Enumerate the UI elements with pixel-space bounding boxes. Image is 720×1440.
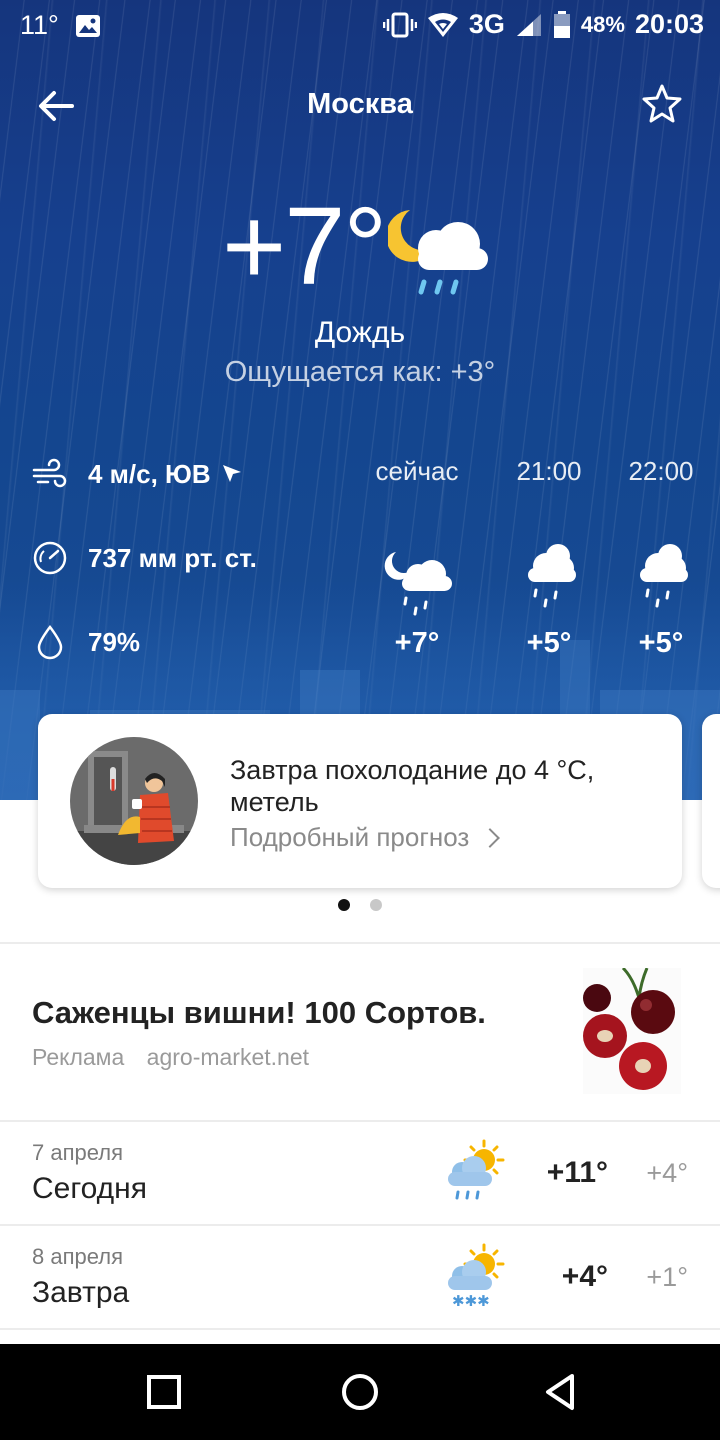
humidity-value: 79% [88, 626, 141, 657]
hourly-temp: +7° [394, 627, 440, 659]
hourly-item: 22:00 +5° [606, 456, 716, 660]
daily-row-today[interactable]: 7 апреля Сегодня +11° +4° [0, 1122, 720, 1226]
moon-cloud-rain-icon [386, 200, 492, 304]
cloud-rain-icon [640, 544, 688, 608]
day-low-temp: +4° [646, 1158, 688, 1188]
cherry-ad-image[interactable] [583, 968, 681, 1094]
ad-label: Реклама [32, 1044, 125, 1070]
moon-cloud-rain-icon [384, 552, 452, 616]
detailed-forecast-label: Подробный прогноз [230, 822, 470, 852]
ad-meta: Реклама agro-market.net [32, 1044, 309, 1071]
back-nav-button[interactable] [540, 1372, 580, 1412]
home-button[interactable] [340, 1372, 380, 1412]
forecast-alert-card[interactable]: Завтра похолодание до 4 °C, метель Подро… [38, 714, 682, 888]
triangle-back-icon [546, 1374, 574, 1410]
detailed-forecast-link[interactable]: Подробный прогноз [230, 822, 501, 853]
wind-value: 4 м/с, ЮВ [88, 458, 211, 489]
battery-percent: 48% [580, 11, 625, 37]
signal-icon [515, 12, 543, 38]
ad-domain: agro-market.net [146, 1044, 310, 1070]
next-card-peek[interactable] [702, 714, 720, 888]
favorite-button[interactable] [640, 82, 684, 126]
recents-button[interactable] [144, 1372, 184, 1412]
hourly-time: 21:00 [516, 456, 582, 486]
current-temperature: +7° [222, 185, 387, 308]
square-icon [147, 1375, 181, 1409]
sun-cloud-rain-icon [448, 1139, 505, 1200]
svg-text:✱✱✱: ✱✱✱ [452, 1292, 490, 1310]
circle-icon [342, 1374, 378, 1410]
hourly-temp: +5° [638, 627, 684, 659]
top-app-bar: Москва [0, 70, 720, 140]
system-nav-bar [0, 1344, 720, 1440]
weather-details: 4 м/с, ЮВ 737 мм рт. ст. 79% [32, 452, 257, 704]
carousel-indicator [0, 899, 720, 911]
condition-text: Дождь [314, 316, 406, 349]
hourly-temp: +5° [526, 627, 572, 659]
divider [0, 942, 720, 944]
humidity-row: 79% [32, 620, 257, 664]
pressure-value: 737 мм рт. ст. [88, 542, 257, 573]
battery-icon [553, 10, 571, 39]
wind-row: 4 м/с, ЮВ [32, 452, 257, 496]
feels-like: Ощущается как: +3° [224, 356, 496, 388]
hourly-time: 22:00 [628, 456, 694, 486]
daily-row-tomorrow[interactable]: 8 апреля Завтра ✱✱✱ +4° +1° [0, 1226, 720, 1330]
sun-cloud-snow-icon: ✱✱✱ [448, 1243, 505, 1310]
wind-icon [32, 458, 67, 488]
hourly-item: 21:00 +5° [494, 456, 604, 660]
hourly-item: сейчас +7° [362, 456, 472, 660]
ad-title[interactable]: Саженцы вишни! 100 Сортов. [32, 995, 486, 1031]
vibrate-icon [382, 12, 417, 38]
day-high-temp: +11° [546, 1156, 608, 1189]
day-date: 8 апреля [32, 1244, 123, 1269]
status-bar: 11° 3G 48% 20:03 [0, 0, 720, 52]
day-high-temp: +4° [561, 1260, 608, 1293]
wifi-icon [427, 12, 459, 38]
pressure-row: 737 мм рт. ст. [32, 536, 257, 580]
day-date: 7 апреля [32, 1140, 123, 1165]
hourly-forecast[interactable]: сейчас +7° 21:00 +5° 22:00 +5° [376, 456, 720, 676]
status-temp: 11° [20, 10, 59, 40]
cozy-window-illustration [70, 737, 198, 865]
day-name: Завтра [32, 1276, 130, 1309]
hourly-time: сейчас [375, 456, 459, 486]
carousel-dot-active [338, 899, 350, 911]
day-name: Сегодня [32, 1172, 147, 1205]
alert-title: Завтра похолодание до 4 °C, метель [230, 755, 595, 817]
divider [0, 1328, 720, 1330]
day-low-temp: +1° [646, 1262, 688, 1292]
clock: 20:03 [634, 9, 704, 39]
droplet-icon [37, 624, 63, 660]
weather-hero: 11° 3G 48% 20:03 Москва +7° Дождь Ощущае… [0, 0, 720, 800]
star-outline-icon [642, 84, 682, 123]
wind-direction-icon [222, 465, 241, 482]
chevron-right-icon [480, 827, 501, 848]
image-icon [75, 14, 101, 38]
carousel-dot [370, 899, 382, 911]
gauge-icon [33, 541, 67, 575]
network-type: 3G [468, 9, 505, 39]
city-title: Москва [307, 88, 413, 120]
cloud-rain-icon [528, 544, 576, 608]
